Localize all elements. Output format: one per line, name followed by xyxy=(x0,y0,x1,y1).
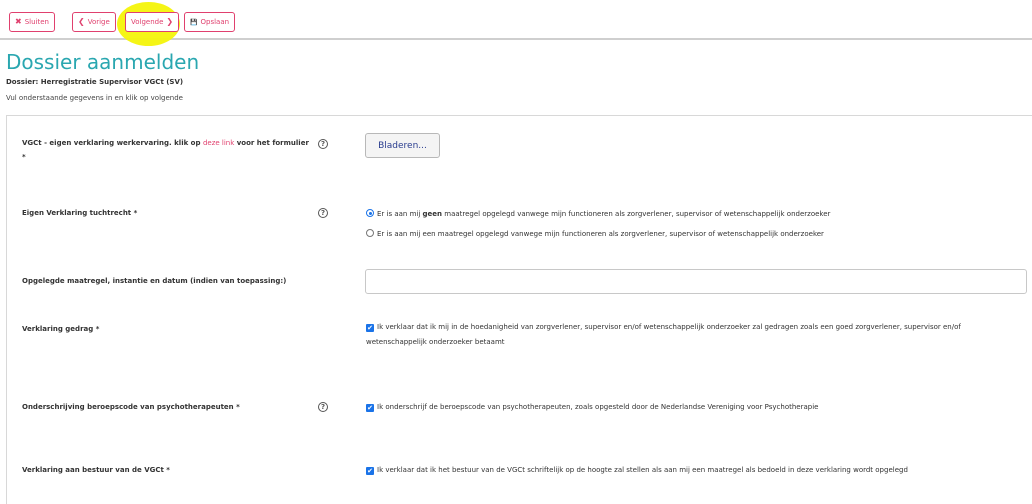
bestuur-label: Verklaring aan bestuur van de VGCt * xyxy=(22,466,170,474)
beroepscode-label: Onderschrijving beroepscode van psychoth… xyxy=(22,403,240,411)
bestuur-checkbox-row[interactable]: ✔ Ik verklaar dat ik het bestuur van de V… xyxy=(366,463,908,478)
beroepscode-checkbox-row[interactable]: ✔ Ik onderschrijf de beroepscode van psyc… xyxy=(366,400,818,415)
tuchtrecht-option-een[interactable]: Er is aan mij een maatregel opgelegd van… xyxy=(366,229,824,238)
checkbox-checked[interactable]: ✔ xyxy=(366,404,374,412)
dossier-subtitle: Dossier: Herregistratie Supervisor VGCt … xyxy=(6,78,184,86)
checkbox-checked[interactable]: ✔ xyxy=(366,324,374,332)
maatregel-label: Opgelegde maatregel, instantie en datum … xyxy=(22,277,287,285)
gedrag-checkbox-row[interactable]: ✔ Ik verklaar dat ik mij in de hoedanighe… xyxy=(366,320,1006,350)
form-download-link[interactable]: deze link xyxy=(203,139,234,147)
next-button[interactable]: Volgende ❯ xyxy=(125,12,180,32)
chevron-left-icon: ❮ xyxy=(78,17,85,26)
save-button[interactable]: 💾 Opslaan xyxy=(184,12,236,32)
werkervaring-label: VGCt - eigen verklaring werkervaring. kl… xyxy=(22,139,309,161)
close-button[interactable]: ✖ Sluiten xyxy=(9,12,55,32)
page-title: Dossier aanmelden xyxy=(6,50,200,74)
floppy-disk-icon: 💾 xyxy=(190,19,198,26)
radio-unselected[interactable] xyxy=(366,229,374,237)
browse-file-button[interactable]: Bladeren... xyxy=(365,133,440,158)
radio-selected[interactable] xyxy=(366,209,374,217)
tuchtrecht-option-geen[interactable]: Er is aan mij geen maatregel opgelegd va… xyxy=(366,209,830,218)
help-icon[interactable]: ? xyxy=(318,402,328,412)
instruction-text: Vul onderstaande gegevens in en klik op … xyxy=(6,94,183,102)
gedrag-label: Verklaring gedrag * xyxy=(22,325,100,333)
close-icon: ✖ xyxy=(15,17,22,26)
help-icon[interactable]: ? xyxy=(318,139,328,149)
form-panel xyxy=(6,115,1032,504)
maatregel-input[interactable] xyxy=(365,269,1027,294)
toolbar: ✖ Sluiten ❮ Vorige Volgende ❯ 💾 Opslaan xyxy=(0,0,1032,46)
previous-button[interactable]: ❮ Vorige xyxy=(72,12,116,32)
checkbox-checked[interactable]: ✔ xyxy=(366,467,374,475)
tuchtrecht-label: Eigen Verklaring tuchtrecht * xyxy=(22,209,138,217)
chevron-right-icon: ❯ xyxy=(166,17,174,26)
help-icon[interactable]: ? xyxy=(318,208,328,218)
